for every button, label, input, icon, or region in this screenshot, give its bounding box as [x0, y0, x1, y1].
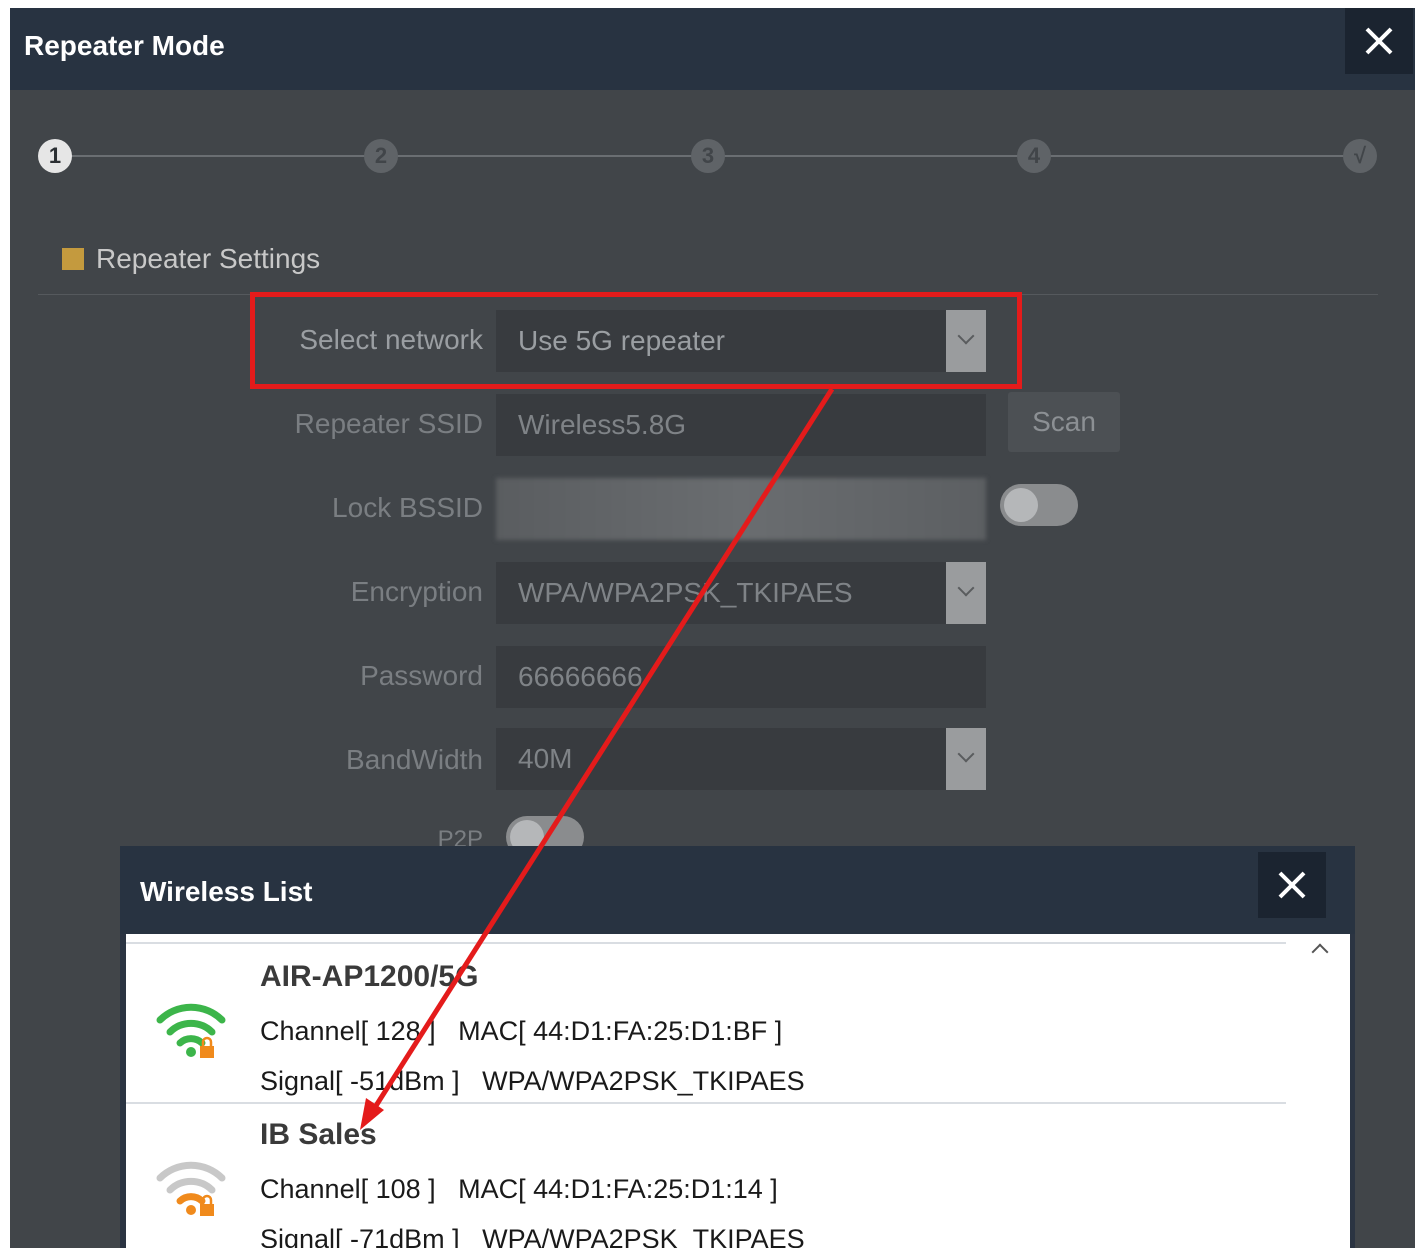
- network-name: IB Sales: [260, 1118, 377, 1151]
- repeater-ssid-value: Wireless5.8G: [518, 409, 687, 440]
- wireless-list-close-button[interactable]: [1258, 852, 1326, 918]
- dialog-title: Repeater Mode: [24, 30, 225, 61]
- step-4: 4: [1017, 139, 1051, 173]
- annotation-highlight-box: [250, 292, 1022, 389]
- repeater-ssid-label: Repeater SSID: [294, 408, 483, 439]
- list-item-ib-sales[interactable]: IB Sales Channel[ 108 ] MAC[ 44:D1:FA:25…: [126, 1102, 1286, 1248]
- repeater-ssid-input[interactable]: Wireless5.8G: [496, 394, 986, 456]
- step-1: 1: [38, 139, 72, 173]
- step-2: 2: [364, 139, 398, 173]
- chevron-down-icon: [957, 579, 975, 597]
- wireless-list[interactable]: AIR-AP1200/5G Channel[ 128 ] MAC[ 44:D1:…: [126, 934, 1350, 1248]
- scroll-up-icon[interactable]: [1311, 943, 1329, 961]
- signal-encryption-text: Signal[ -71dBm ] WPA/WPA2PSK_TKIPAES: [260, 1224, 805, 1248]
- lock-bssid-toggle[interactable]: [1000, 484, 1078, 526]
- bandwidth-value: 40M: [518, 743, 573, 774]
- step-3: 3: [691, 139, 725, 173]
- scan-button[interactable]: Scan: [1008, 392, 1120, 452]
- list-item-air-ap1200-5g[interactable]: AIR-AP1200/5G Channel[ 128 ] MAC[ 44:D1:…: [126, 944, 1286, 1102]
- network-name: AIR-AP1200/5G: [260, 960, 479, 993]
- password-value: 66666666: [518, 661, 643, 692]
- password-input[interactable]: 66666666: [496, 646, 986, 708]
- channel-mac-text: Channel[ 128 ] MAC[ 44:D1:FA:25:D1:BF ]: [260, 1016, 783, 1046]
- signal-encryption-text: Signal[ -51dBm ] WPA/WPA2PSK_TKIPAES: [260, 1066, 805, 1096]
- encryption-value: WPA/WPA2PSK_TKIPAES: [518, 577, 853, 608]
- wireless-list-dialog: Wireless List AIR-AP1200/5G Channel[ 128…: [120, 846, 1355, 1248]
- section-marker-icon: [62, 248, 84, 270]
- dialog-header: Repeater Mode: [10, 8, 1415, 90]
- dropdown-toggle[interactable]: [946, 562, 986, 624]
- wireless-list-header: Wireless List: [120, 846, 1355, 934]
- lock-bssid-input[interactable]: [496, 478, 986, 540]
- close-button[interactable]: [1345, 8, 1413, 74]
- wifi-weak-locked-icon: [156, 1161, 226, 1216]
- step-finish: √: [1343, 139, 1377, 173]
- lock-bssid-label: Lock BSSID: [332, 492, 483, 523]
- encryption-label: Encryption: [350, 576, 483, 607]
- dropdown-toggle[interactable]: [946, 728, 986, 790]
- password-label: Password: [360, 660, 483, 691]
- channel-mac-text: Channel[ 108 ] MAC[ 44:D1:FA:25:D1:14 ]: [260, 1174, 778, 1204]
- toggle-knob: [1004, 488, 1038, 522]
- bandwidth-label: BandWidth: [346, 744, 483, 775]
- chevron-down-icon: [957, 745, 975, 763]
- bandwidth-dropdown[interactable]: 40M: [496, 728, 986, 790]
- section-title: Repeater Settings: [96, 243, 321, 274]
- encryption-dropdown[interactable]: WPA/WPA2PSK_TKIPAES: [496, 562, 986, 624]
- wifi-strong-locked-icon: [156, 1003, 226, 1058]
- wireless-list-title: Wireless List: [140, 876, 313, 907]
